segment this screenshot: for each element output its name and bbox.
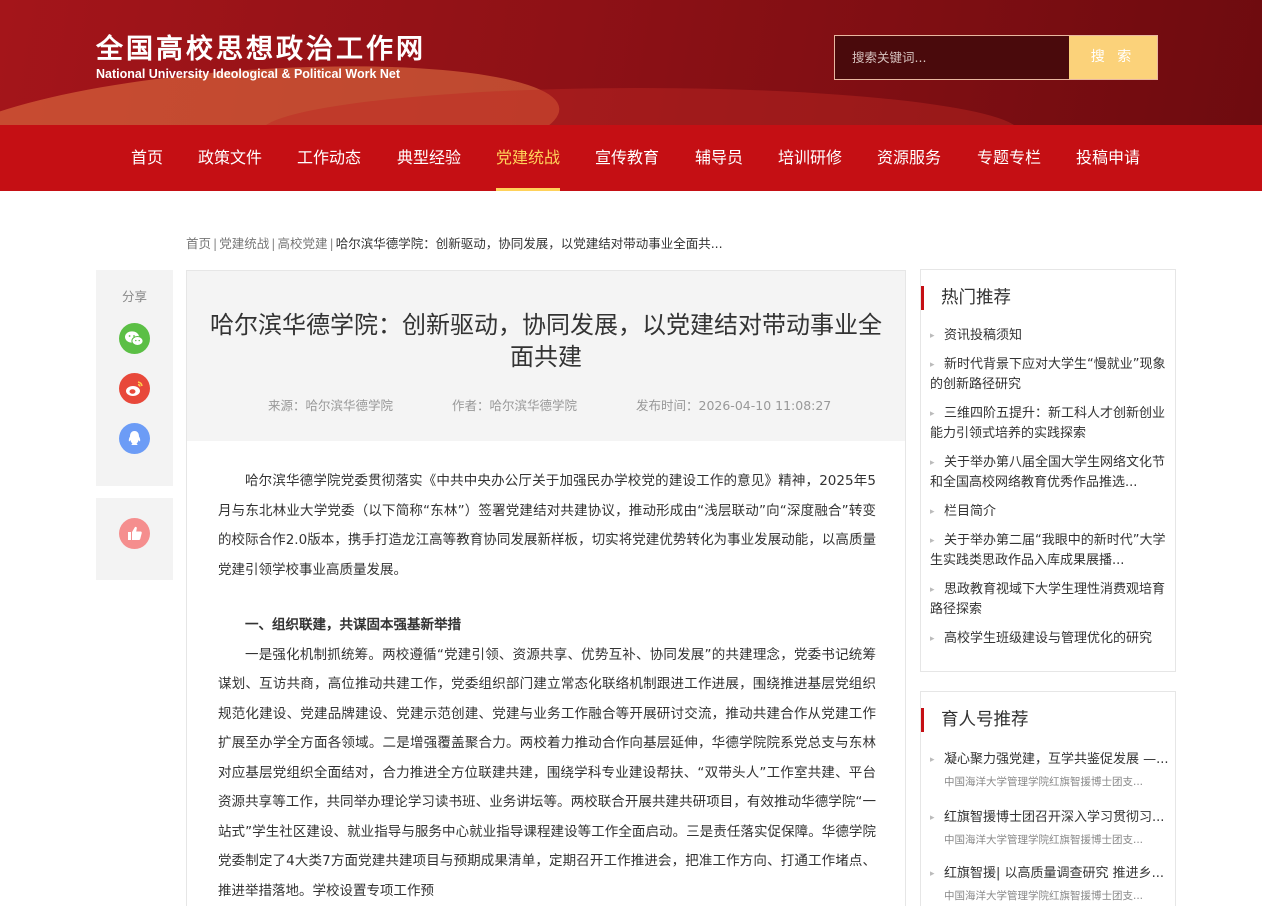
chevron-right-icon: ▸ — [930, 331, 935, 341]
breadcrumb: 首页 | 党建统战 | 高校党建 | 哈尔滨华德学院：创新驱动，协同发展，以党建结对带动事业… — [186, 236, 723, 251]
site-header: 全国高校思想政治工作网 National University Ideologi… — [0, 0, 1262, 125]
chevron-right-icon: ▸ — [930, 409, 935, 419]
yuren-recommend-title: 育人号推荐 — [921, 708, 1029, 732]
list-item[interactable]: ▸ 思政教育视域下大学生理性消费观培育路径探索 — [930, 580, 1166, 620]
list-item[interactable]: ▸ 新时代背景下应对大学生“慢就业”现象的创新路径研究 — [930, 355, 1166, 395]
nav-item-resources[interactable]: 资源服务 — [877, 125, 941, 191]
article-section-heading: 一、组织联建，共谋固本强基新举措 — [245, 617, 461, 633]
nav-item-policy[interactable]: 政策文件 — [198, 125, 262, 191]
chevron-right-icon: ▸ — [930, 585, 935, 595]
article-published-time: 发布时间：2026-04-10 11:08:27 — [636, 398, 832, 413]
nav-item-home[interactable]: 首页 — [131, 125, 163, 191]
hot-recommend-box: 热门推荐 ▸ 资讯投稿须知 ▸ 新时代背景下应对大学生“慢就业”现象的创新路径研究 … — [920, 269, 1176, 672]
list-item[interactable]: ▸ 高校学生班级建设与管理优化的研究 — [930, 629, 1166, 649]
chevron-right-icon: ▸ — [930, 458, 935, 468]
list-item[interactable]: ▸ 红旗智援博士团召开深入学习贯彻习... 中国海洋大学管理学院红旗智援博士团支.… — [930, 808, 1170, 848]
site-logo[interactable]: 全国高校思想政治工作网 National University Ideologi… — [96, 34, 426, 82]
like-panel — [96, 498, 173, 580]
chevron-right-icon: ▸ — [930, 507, 935, 517]
breadcrumb-current: 哈尔滨华德学院：创新驱动，协同发展，以党建结对带动事业全面共... — [335, 236, 723, 251]
hot-recommend-list: ▸ 资讯投稿须知 ▸ 新时代背景下应对大学生“慢就业”现象的创新路径研究 ▸ 三维四阶… — [930, 326, 1166, 658]
list-item[interactable]: ▸ 红旗智援| 以高质量调查研究 推进乡... 中国海洋大学管理学院红旗智援博士团… — [930, 864, 1170, 904]
weibo-icon[interactable] — [119, 373, 150, 404]
nav-item-experience[interactable]: 典型经验 — [397, 125, 461, 191]
breadcrumb-party-building[interactable]: 党建统战 — [219, 236, 269, 251]
breadcrumb-university-party[interactable]: 高校党建 — [277, 236, 327, 251]
chevron-right-icon: ▸ — [930, 869, 935, 879]
chevron-right-icon: ▸ — [930, 634, 935, 644]
chevron-right-icon: ▸ — [930, 360, 935, 370]
list-item[interactable]: ▸ 栏目简介 — [930, 502, 1166, 522]
article-paragraph: 一是强化机制抓统筹。两校遵循“党建引领、资源共享、优势互补、协同发展”的共建理念… — [218, 646, 876, 899]
nav-item-special[interactable]: 专题专栏 — [977, 125, 1041, 191]
share-panel: 分享 — [96, 270, 173, 486]
logo-chinese: 全国高校思想政治工作网 — [96, 34, 426, 65]
thumbs-up-icon[interactable] — [119, 518, 150, 549]
article-header: 哈尔滨华德学院：创新驱动，协同发展，以党建结对带动事业全面共建 来源：哈尔滨华德… — [187, 271, 905, 441]
nav-item-counselor[interactable]: 辅导员 — [695, 125, 743, 191]
nav-item-submit[interactable]: 投稿申请 — [1076, 125, 1140, 191]
hot-recommend-title: 热门推荐 — [921, 286, 1011, 310]
list-item-source: 中国海洋大学管理学院红旗智援博士团支... — [944, 890, 1144, 902]
list-item[interactable]: ▸ 资讯投稿须知 — [930, 326, 1166, 346]
nav-item-news[interactable]: 工作动态 — [297, 125, 361, 191]
main-nav: 首页 政策文件 工作动态 典型经验 党建统战 宣传教育 辅导员 培训研修 资源服… — [0, 125, 1262, 191]
article-source: 来源：哈尔滨华德学院 — [268, 398, 394, 413]
chevron-right-icon: ▸ — [930, 813, 935, 823]
search-input[interactable] — [835, 36, 1069, 79]
breadcrumb-home[interactable]: 首页 — [186, 236, 211, 251]
list-item-source: 中国海洋大学管理学院红旗智援博士团支... — [944, 834, 1144, 846]
nav-item-party-building[interactable]: 党建统战 — [496, 125, 561, 191]
article-body: 哈尔滨华德学院党委贯彻落实《中共中央办公厅关于加强民办学校党的建设工作的意见》精… — [218, 467, 876, 906]
search-button[interactable]: 搜 索 — [1069, 36, 1157, 79]
article: 哈尔滨华德学院：创新驱动，协同发展，以党建结对带动事业全面共建 来源：哈尔滨华德… — [186, 270, 906, 906]
list-item-source: 中国海洋大学管理学院红旗智援博士团支... — [944, 776, 1144, 788]
logo-english: National University Ideological & Politi… — [96, 67, 401, 81]
nav-item-publicity[interactable]: 宣传教育 — [595, 125, 659, 191]
qq-icon[interactable] — [119, 423, 150, 454]
list-item[interactable]: ▸ 三维四阶五提升：新工科人才创新创业能力引领式培养的实践探索 — [930, 404, 1166, 444]
chevron-right-icon: ▸ — [930, 755, 935, 765]
list-item[interactable]: ▸ 关于举办第二届“我眼中的新时代”大学生实践类思政作品入库成果展播... — [930, 531, 1166, 571]
yuren-recommend-box: 育人号推荐 ▸ 凝心聚力强党建，互学共鉴促发展 —... 中国海洋大学管理学院红旗… — [920, 691, 1176, 906]
wechat-icon[interactable] — [119, 323, 150, 354]
list-item[interactable]: ▸ 关于举办第八届全国大学生网络文化节和全国高校网络教育优秀作品推选... — [930, 453, 1166, 493]
list-item[interactable]: ▸ 凝心聚力强党建，互学共鉴促发展 —... 中国海洋大学管理学院红旗智援博士团支… — [930, 750, 1170, 790]
article-title: 哈尔滨华德学院：创新驱动，协同发展，以党建结对带动事业全面共建 — [210, 311, 882, 371]
article-paragraph: 哈尔滨华德学院党委贯彻落实《中共中央办公厅关于加强民办学校党的建设工作的意见》精… — [218, 473, 876, 578]
nav-item-training[interactable]: 培训研修 — [778, 125, 842, 191]
article-author: 作者：哈尔滨华德学院 — [452, 398, 578, 413]
search-bar: 搜 索 — [834, 35, 1158, 80]
chevron-right-icon: ▸ — [930, 536, 935, 546]
share-label: 分享 — [121, 289, 147, 304]
